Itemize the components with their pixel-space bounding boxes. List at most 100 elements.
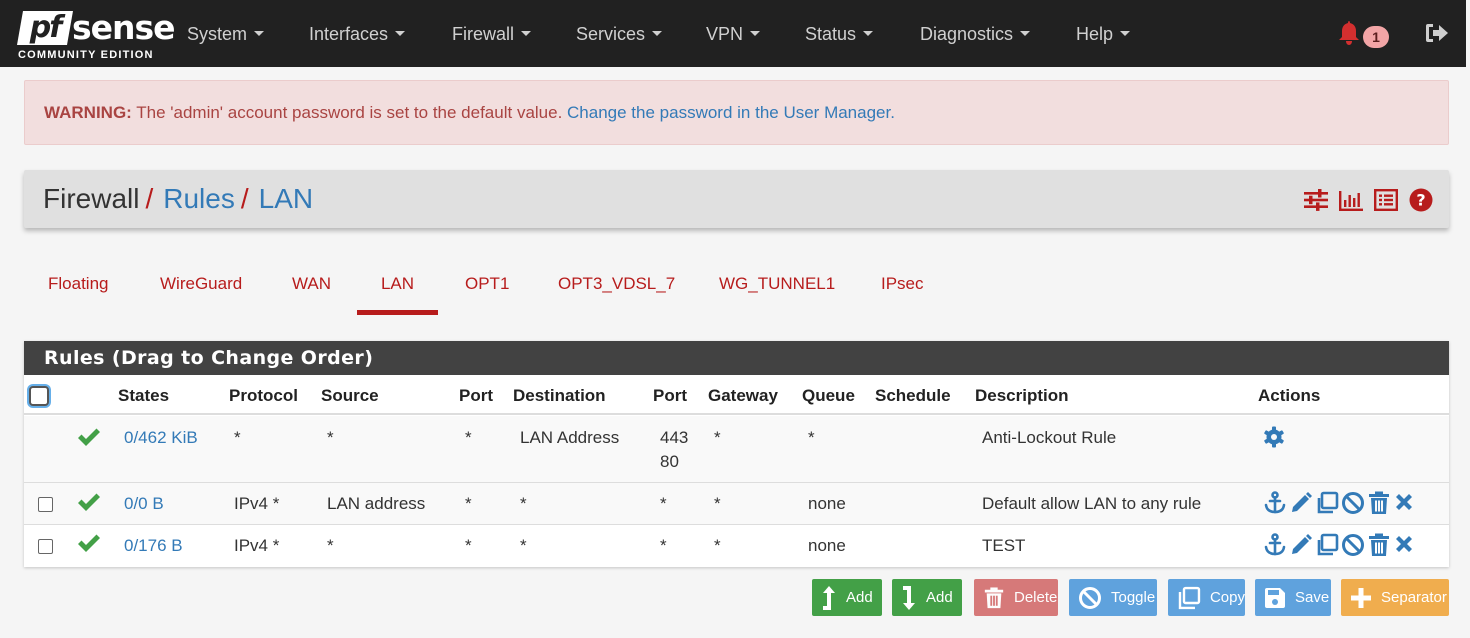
port-value: 80: [660, 452, 679, 471]
pencil-icon[interactable]: [1289, 533, 1313, 557]
tab-lan[interactable]: LAN: [357, 260, 438, 315]
row-select-checkbox[interactable]: [38, 539, 53, 554]
breadcrumb-rules[interactable]: Rules: [163, 183, 235, 214]
bar-chart-icon[interactable]: [1339, 189, 1363, 211]
button-label: Add: [926, 589, 953, 606]
notification-badge[interactable]: 1: [1363, 26, 1389, 48]
button-label: Toggle: [1111, 589, 1156, 606]
table-row[interactable]: 0/0 B IPv4 * LAN address * * * * none De…: [24, 483, 1449, 525]
nav-menu-interfaces[interactable]: Interfaces: [309, 0, 406, 67]
nav-label: Firewall: [452, 24, 515, 44]
default-password-alert: WARNING: The 'admin' account password is…: [24, 80, 1449, 145]
nav-label: Help: [1076, 24, 1114, 44]
caret-down-icon: [863, 30, 874, 36]
caret-down-icon: [652, 30, 663, 36]
tab-opt3-vdsl-7[interactable]: OPT3_VDSL_7: [558, 260, 675, 315]
caret-down-icon: [750, 30, 761, 36]
breadcrumb-firewall: Firewall: [43, 183, 140, 214]
tab-ipsec[interactable]: IPsec: [881, 260, 924, 315]
breadcrumb-lan[interactable]: LAN: [259, 183, 313, 214]
column-header-gateway[interactable]: Gateway: [708, 375, 778, 417]
trash-icon[interactable]: [1367, 491, 1391, 515]
sliders-icon[interactable]: [1304, 189, 1328, 211]
delete-button[interactable]: Delete: [974, 579, 1058, 616]
rules-table-header: States Protocol Source Port Destination …: [24, 375, 1449, 415]
disable-icon[interactable]: [1341, 491, 1365, 515]
copy-icon[interactable]: [1315, 491, 1339, 515]
times-icon[interactable]: [1393, 491, 1415, 515]
user-manager-link[interactable]: Change the password in the User Manager.: [567, 103, 895, 122]
tab-floating[interactable]: Floating: [48, 260, 108, 315]
save-button[interactable]: Save: [1255, 579, 1331, 616]
tab-wan[interactable]: WAN: [292, 260, 331, 315]
table-row[interactable]: 0/462 KiB * * * LAN Address 443 80 * * An…: [24, 416, 1449, 483]
column-header-source[interactable]: Source: [321, 375, 379, 417]
copy-button[interactable]: Copy: [1168, 579, 1245, 616]
select-all-checkbox[interactable]: [29, 386, 49, 406]
toggle-button[interactable]: Toggle: [1069, 579, 1157, 616]
nav-menu-vpn[interactable]: VPN: [706, 0, 761, 67]
logo-sense-text: sense: [72, 8, 176, 47]
anchor-icon[interactable]: [1263, 533, 1287, 557]
check-icon: [78, 428, 100, 446]
nav-label: System: [187, 24, 248, 44]
queue-cell: none: [808, 536, 846, 555]
alert-message: The 'admin' account password is set to t…: [131, 103, 568, 122]
help-icon[interactable]: ?: [1409, 188, 1433, 212]
trash-icon[interactable]: [1367, 533, 1391, 557]
add-separator-button[interactable]: Separator: [1341, 579, 1449, 616]
column-header-states[interactable]: States: [118, 375, 169, 417]
alert-prefix: WARNING:: [44, 103, 132, 122]
list-icon[interactable]: [1374, 189, 1398, 211]
add-rule-bottom-button[interactable]: Add: [892, 579, 962, 616]
times-icon[interactable]: [1393, 533, 1415, 557]
column-header-destination[interactable]: Destination: [513, 375, 606, 417]
source-port-cell: *: [465, 536, 472, 555]
tab-wg-tunnel1[interactable]: WG_TUNNEL1: [719, 260, 835, 315]
anchor-icon[interactable]: [1263, 491, 1287, 515]
bell-icon[interactable]: [1337, 20, 1361, 46]
add-rule-top-button[interactable]: Add: [812, 579, 882, 616]
states-link[interactable]: 0/462 KiB: [124, 426, 198, 450]
breadcrumb-panel: Firewall / Rules / LAN ?: [24, 170, 1449, 228]
description-cell: TEST: [982, 536, 1026, 555]
row-select-checkbox[interactable]: [38, 497, 53, 512]
caret-down-icon: [1120, 30, 1131, 36]
gear-icon[interactable]: [1263, 426, 1285, 448]
column-header-description[interactable]: Description: [975, 375, 1069, 417]
column-header-source-port[interactable]: Port: [459, 375, 493, 417]
disable-icon[interactable]: [1341, 533, 1365, 557]
button-label: Copy: [1209, 589, 1245, 606]
rules-panel-title: Rules (Drag to Change Order): [24, 341, 1449, 375]
nav-menu-services[interactable]: Services: [576, 0, 663, 67]
caret-down-icon: [521, 30, 532, 36]
copy-icon[interactable]: [1315, 533, 1339, 557]
sign-out-icon[interactable]: [1424, 22, 1450, 44]
button-label: Delete: [1014, 589, 1058, 606]
nav-menu-status[interactable]: Status: [805, 0, 874, 67]
states-link[interactable]: 0/0 B: [124, 492, 164, 516]
source-port-cell: *: [465, 428, 472, 447]
column-header-destination-port[interactable]: Port: [653, 375, 687, 417]
pfsense-logo[interactable]: pf sense COMMUNITY EDITION: [17, 9, 176, 64]
pencil-icon[interactable]: [1289, 491, 1313, 515]
caret-down-icon: [1020, 30, 1031, 36]
row-actions: [1263, 426, 1285, 448]
column-header-protocol[interactable]: Protocol: [229, 375, 298, 417]
table-row[interactable]: 0/176 B IPv4 * * * * * * none TEST: [24, 525, 1449, 567]
gateway-cell: *: [714, 494, 721, 513]
tab-wireguard[interactable]: WireGuard: [160, 260, 242, 315]
nav-menu-diagnostics[interactable]: Diagnostics: [920, 0, 1031, 67]
states-link[interactable]: 0/176 B: [124, 534, 183, 558]
logo-edition-text: COMMUNITY EDITION: [18, 49, 154, 61]
nav-menu-system[interactable]: System: [187, 0, 265, 67]
nav-menu-firewall[interactable]: Firewall: [452, 0, 532, 67]
column-header-schedule[interactable]: Schedule: [875, 375, 951, 417]
nav-menu-help[interactable]: Help: [1076, 0, 1131, 67]
logo-pf-mark: pf: [17, 10, 73, 45]
breadcrumb-separator: /: [240, 183, 249, 214]
tab-opt1[interactable]: OPT1: [465, 260, 509, 315]
column-header-queue[interactable]: Queue: [802, 375, 855, 417]
nav-label: Services: [576, 24, 646, 44]
gateway-cell: *: [714, 536, 721, 555]
